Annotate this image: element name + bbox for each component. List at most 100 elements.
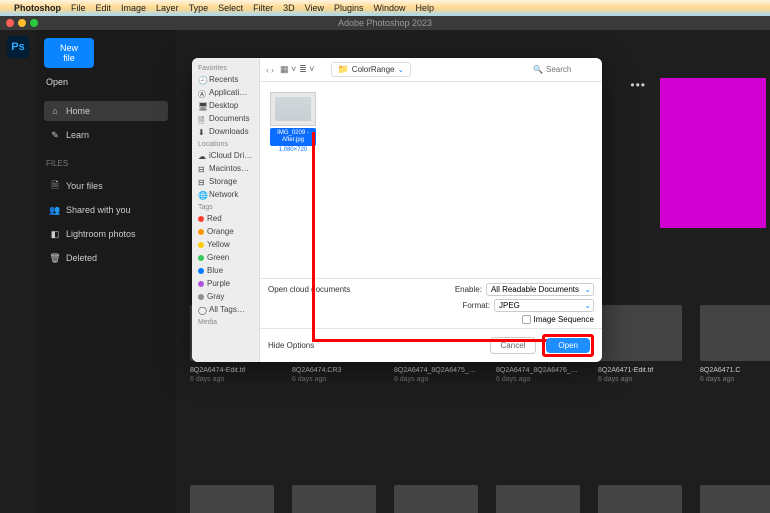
recent-thumb-placeholder[interactable] [660,78,766,228]
dialog-main: ‹ › ▦ ˅ ≣ ˅ 📁 ColorRange ⌄ 🔍 IMG_0209 - … [260,58,602,362]
window-titlebar: Adobe Photoshop 2023 [0,16,770,30]
menu-filter[interactable]: Filter [253,3,273,13]
open-button[interactable]: Open [46,77,168,87]
sidebar-desktop[interactable]: 🖥Desktop [192,99,259,112]
open-cloud-button[interactable]: Open cloud documents [268,285,350,294]
more-menu[interactable]: ••• [630,78,646,92]
recent-file[interactable] [190,485,274,513]
tag-red[interactable]: Red [192,212,259,225]
search-icon: 🔍 [533,65,543,74]
nav-home[interactable]: ⌂Home [44,101,168,121]
hide-options-button[interactable]: Hide Options [268,341,314,350]
sidebar-section-locations: Locations [192,138,259,149]
sidebar-storage[interactable]: ⊟Storage [192,175,259,188]
sidebar-section-favorites: Favorites [192,62,259,73]
back-button[interactable]: ‹ [266,65,269,75]
sidebar-network[interactable]: 🌐Network [192,188,259,201]
chevron-icon: ⌄ [398,65,405,74]
tag-all[interactable]: ◯All Tags… [192,303,259,316]
dialog-file-area[interactable]: IMG_0209 - After.jpg 1,080×720 [260,82,602,278]
recent-file[interactable]: 8Q2A6471-Edit.tif6 days ago [598,305,682,383]
recent-file[interactable] [394,485,478,513]
downloads-icon: ⬇ [198,128,206,136]
macos-menubar[interactable]: Photoshop File Edit Image Layer Type Sel… [0,0,770,16]
home-sidebar: New file Open ⌂Home ✎Learn Files 🗎Your f… [36,30,176,513]
menu-layer[interactable]: Layer [156,3,179,13]
recent-file[interactable] [496,485,580,513]
menu-3d[interactable]: 3D [283,3,295,13]
view-buttons: ▦ ˅ ≣ ˅ [280,64,315,75]
checkbox-icon [522,315,531,324]
sidebar-applications[interactable]: ⒶApplicati… [192,86,259,99]
tag-purple[interactable]: Purple [192,277,259,290]
nav-shared[interactable]: 👥Shared with you [44,200,168,220]
photoshop-logo[interactable]: Ps [7,36,29,58]
trash-icon: 🗑 [50,253,60,263]
menu-type[interactable]: Type [189,3,209,13]
blue-dot-icon [198,268,204,274]
recent-files-row-2 [190,485,770,513]
sidebar-downloads[interactable]: ⬇Downloads [192,125,259,138]
chevron-icon: ⌄ [584,301,591,310]
recent-file[interactable] [292,485,376,513]
nav-lightroom[interactable]: ◧Lightroom photos [44,224,168,244]
green-dot-icon [198,255,204,261]
search-input[interactable] [546,65,596,74]
new-file-button[interactable]: New file [44,38,94,68]
window-controls [0,19,38,27]
recent-file[interactable] [598,485,682,513]
menu-plugins[interactable]: Plugins [334,3,364,13]
menu-help[interactable]: Help [416,3,435,13]
nav-deleted[interactable]: 🗑Deleted [44,248,168,268]
tag-green[interactable]: Green [192,251,259,264]
menu-edit[interactable]: Edit [96,3,112,13]
search-field[interactable]: 🔍 [533,65,596,74]
tag-orange[interactable]: Orange [192,225,259,238]
format-select[interactable]: JPEG⌄ [494,299,594,312]
forward-button[interactable]: › [271,65,274,75]
maximize-window-button[interactable] [30,19,38,27]
file-thumbnail [270,92,316,126]
file-dimensions: 1,080×720 [270,147,316,153]
documents-icon: 🗎 [198,115,206,123]
sidebar-recents[interactable]: 🕘Recents [192,73,259,86]
nav-learn[interactable]: ✎Learn [44,125,168,145]
menu-window[interactable]: Window [374,3,406,13]
tag-yellow[interactable]: Yellow [192,238,259,251]
format-label: Format: [462,301,490,310]
window-title: Adobe Photoshop 2023 [338,18,432,28]
image-sequence-checkbox[interactable]: Image Sequence [455,315,594,324]
minimize-window-button[interactable] [18,19,26,27]
folder-selector[interactable]: 📁 ColorRange ⌄ [331,62,412,77]
chevron-icon: ⌄ [584,285,591,294]
menu-file[interactable]: File [71,3,86,13]
file-item-selected[interactable]: IMG_0209 - After.jpg 1,080×720 [270,92,316,153]
icon-view-button[interactable]: ▦ ˅ [280,64,296,75]
nav-buttons: ‹ › [266,65,274,75]
recent-file[interactable]: 8Q2A6471.C6 days ago [700,305,770,383]
nav-your-files[interactable]: 🗎Your files [44,176,168,196]
purple-dot-icon [198,281,204,287]
close-window-button[interactable] [6,19,14,27]
folder-icon: 📁 [338,64,349,75]
people-icon: 👥 [50,205,60,215]
open-button[interactable]: Open [546,338,590,353]
menubar-app[interactable]: Photoshop [14,3,61,13]
group-button[interactable]: ≣ ˅ [299,64,314,75]
sidebar-icloud[interactable]: ☁iCloud Dri… [192,149,259,162]
dialog-sidebar: Favorites 🕘Recents ⒶApplicati… 🖥Desktop … [192,58,260,362]
enable-select[interactable]: All Readable Documents⌄ [486,283,594,296]
menu-view[interactable]: View [305,3,324,13]
annotation-highlight: Open [542,334,594,357]
disk-icon: ⊟ [198,165,206,173]
menu-image[interactable]: Image [121,3,146,13]
sidebar-documents[interactable]: 🗎Documents [192,112,259,125]
menu-select[interactable]: Select [218,3,243,13]
gray-dot-icon [198,294,204,300]
recent-file[interactable] [700,485,770,513]
enable-label: Enable: [455,285,482,294]
tag-blue[interactable]: Blue [192,264,259,277]
sidebar-macintosh[interactable]: ⊟Macintos… [192,162,259,175]
orange-dot-icon [198,229,204,235]
tag-gray[interactable]: Gray [192,290,259,303]
